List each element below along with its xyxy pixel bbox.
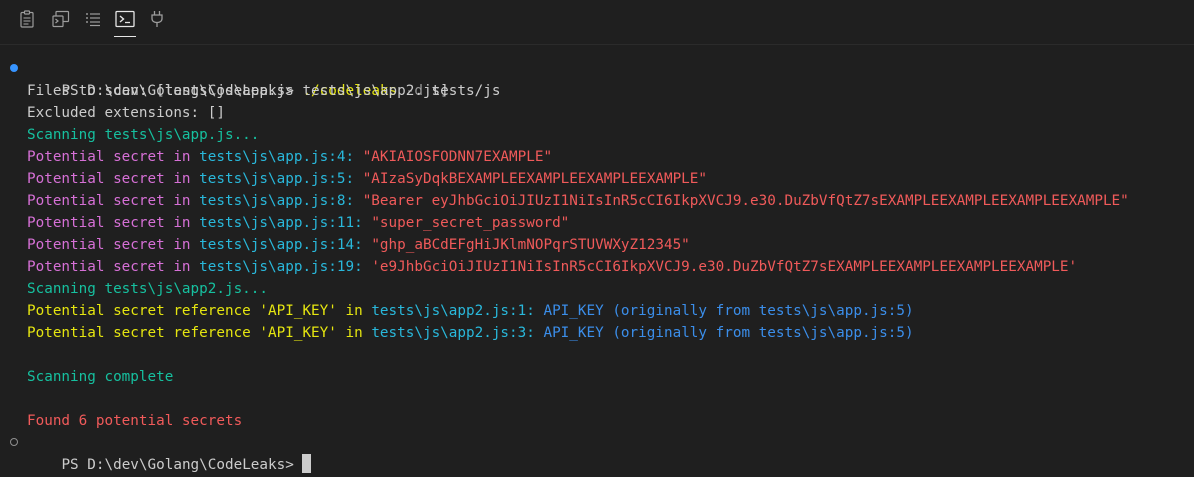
reference-line: Potential secret reference 'API_KEY' in … xyxy=(27,303,914,319)
prompt: PS D:\dev\Golang\CodeLeaks> xyxy=(61,457,303,473)
tab-debug[interactable] xyxy=(81,10,105,36)
secret-line: Potential secret in tests\js\app.js:14: … xyxy=(27,237,690,253)
reference-origin: API_KEY (originally from tests\js\app.js… xyxy=(543,303,914,319)
excluded-extensions-line: Excluded extensions: [] xyxy=(27,105,225,121)
command-line: PS D:\dev\Golang\CodeLeaks> ./codeleaks … xyxy=(0,58,1194,99)
secret-line: Potential secret in tests\js\app.js:4: "… xyxy=(27,149,553,165)
complete-line: Scanning complete xyxy=(27,369,174,385)
panel-divider xyxy=(0,44,1194,45)
secret-value: "AKIAIOSFODNN7EXAMPLE" xyxy=(362,149,553,165)
tab-output[interactable] xyxy=(49,10,73,36)
secret-line: Potential secret in tests\js\app.js:19: … xyxy=(27,259,1078,275)
secret-location: tests\js\app.js:11: xyxy=(199,215,363,231)
clipboard-icon xyxy=(20,10,34,28)
current-prompt-line[interactable]: PS D:\dev\Golang\CodeLeaks> xyxy=(0,432,1194,473)
secret-value: "ghp_aBCdEFgHiJKlmNOPqrSTUVWXyZ12345" xyxy=(371,237,690,253)
reference-location: tests\js\app2.js:1: xyxy=(371,303,535,319)
terminal-icon xyxy=(115,10,135,28)
command-success-marker[interactable] xyxy=(10,64,18,72)
secret-line: Potential secret in tests\js\app.js:5: "… xyxy=(27,171,708,187)
panel-tab-bar xyxy=(0,0,1194,44)
debug-console-icon xyxy=(52,10,70,28)
files-to-scan-line: Files to scan: [tests\js\app.js tests\js… xyxy=(27,83,449,99)
secret-location: tests\js\app.js:8: xyxy=(199,193,355,209)
terminal-output[interactable]: PS D:\dev\Golang\CodeLeaks> ./codeleaks … xyxy=(0,58,1194,473)
secret-value: "Bearer eyJhbGciOiJIUzI1NiIsInR5cCI6IkpX… xyxy=(362,193,1129,209)
secret-value: "AIzaSyDqkBEXAMPLEEXAMPLEEXAMPLEEXAMPLE" xyxy=(362,171,708,187)
text-cursor xyxy=(302,454,312,473)
secret-location: tests\js\app.js:5: xyxy=(199,171,355,187)
scanning-line: Scanning tests\js\app.js... xyxy=(27,127,260,143)
reference-location: tests\js\app2.js:3: xyxy=(371,325,535,341)
summary-line: Found 6 potential secrets xyxy=(27,413,243,429)
list-icon xyxy=(86,13,100,27)
scanning-line: Scanning tests\js\app2.js... xyxy=(27,281,269,297)
secret-location: tests\js\app.js:14: xyxy=(199,237,363,253)
secret-line: Potential secret in tests\js\app.js:11: … xyxy=(27,215,570,231)
reference-line: Potential secret reference 'API_KEY' in … xyxy=(27,325,914,341)
secret-value: 'e9JhbGciOiJIUzI1NiIsInR5cCI6IkpXVCJ9.e3… xyxy=(371,259,1078,275)
tab-ports[interactable] xyxy=(145,10,169,36)
plug-icon xyxy=(151,11,163,27)
secret-line: Potential secret in tests\js\app.js:8: "… xyxy=(27,193,1129,209)
secret-value: "super_secret_password" xyxy=(371,215,570,231)
tab-terminal[interactable] xyxy=(113,10,137,37)
secret-location: tests\js\app.js:19: xyxy=(199,259,363,275)
secret-location: tests\js\app.js:4: xyxy=(199,149,355,165)
reference-origin: API_KEY (originally from tests\js\app.js… xyxy=(543,325,914,341)
prompt-marker[interactable] xyxy=(10,438,18,446)
tab-problems[interactable] xyxy=(15,10,39,36)
